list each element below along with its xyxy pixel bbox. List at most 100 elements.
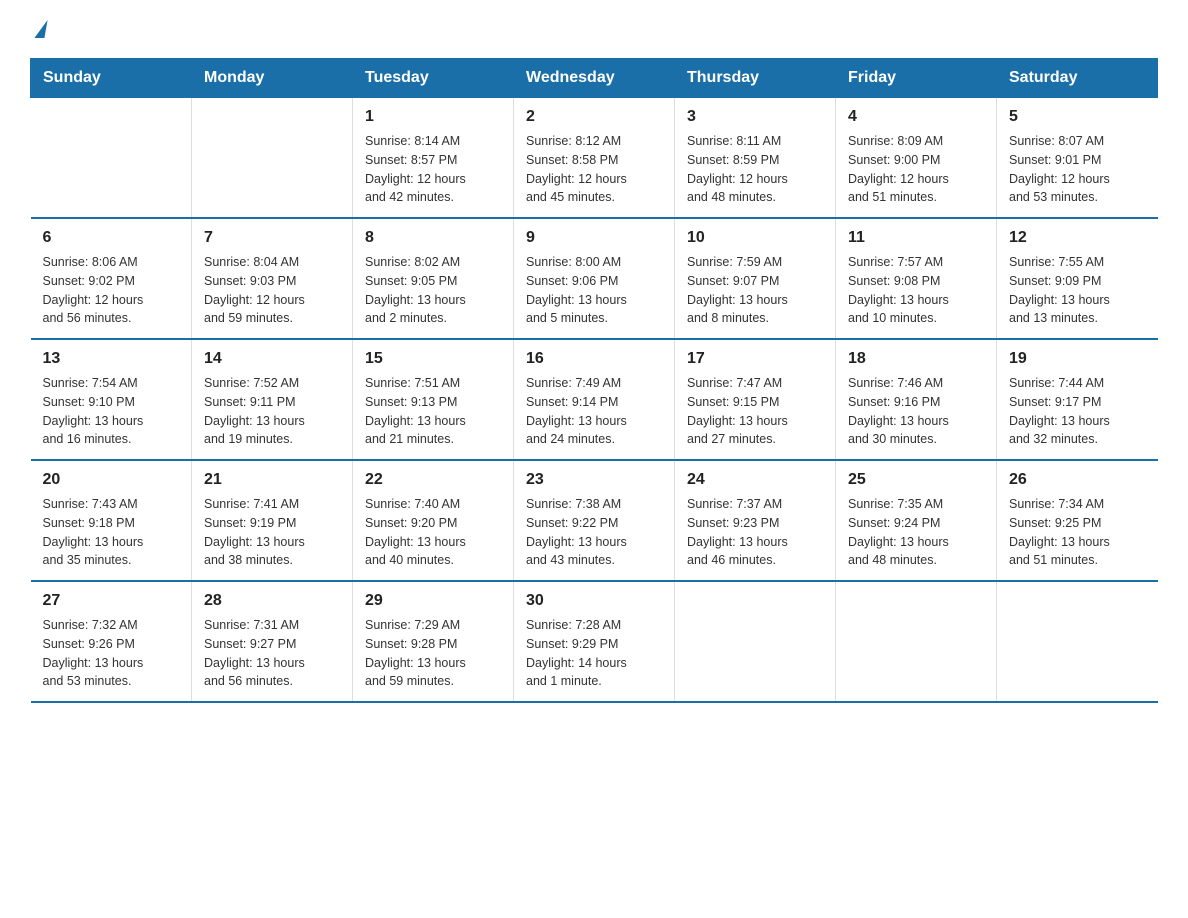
day-info: Sunrise: 7:57 AMSunset: 9:08 PMDaylight:…: [848, 253, 984, 328]
weekday-header-sunday: Sunday: [31, 59, 192, 98]
calendar-week-row: 13 Sunrise: 7:54 AMSunset: 9:10 PMDayligh…: [31, 339, 1158, 460]
calendar-cell: 20 Sunrise: 7:43 AMSunset: 9:18 PMDayligh…: [31, 460, 192, 581]
day-number: 6: [43, 229, 180, 247]
calendar-cell: 24Sunrise: 7:37 AMSunset: 9:23 PMDayligh…: [675, 460, 836, 581]
day-info: Sunrise: 7:28 AMSunset: 9:29 PMDaylight:…: [526, 616, 662, 691]
day-info: Sunrise: 7:51 AMSunset: 9:13 PMDaylight:…: [365, 374, 501, 449]
calendar-cell: 18Sunrise: 7:46 AMSunset: 9:16 PMDayligh…: [836, 339, 997, 460]
weekday-header-saturday: Saturday: [997, 59, 1158, 98]
weekday-header-tuesday: Tuesday: [353, 59, 514, 98]
calendar-cell: 9 Sunrise: 8:00 AMSunset: 9:06 PMDaylight…: [514, 218, 675, 339]
calendar-cell: [675, 581, 836, 702]
day-number: 8: [365, 229, 501, 247]
calendar-cell: 15 Sunrise: 7:51 AMSunset: 9:13 PMDayligh…: [353, 339, 514, 460]
day-info: Sunrise: 7:54 AMSunset: 9:10 PMDaylight:…: [43, 374, 180, 449]
calendar-week-row: 27 Sunrise: 7:32 AMSunset: 9:26 PMDayligh…: [31, 581, 1158, 702]
day-info: Sunrise: 8:11 AMSunset: 8:59 PMDaylight:…: [687, 132, 823, 207]
day-info: Sunrise: 7:47 AMSunset: 9:15 PMDaylight:…: [687, 374, 823, 449]
day-number: 10: [687, 229, 823, 247]
day-number: 2: [526, 108, 662, 126]
calendar-cell: 8 Sunrise: 8:02 AMSunset: 9:05 PMDaylight…: [353, 218, 514, 339]
calendar-table: SundayMondayTuesdayWednesdayThursdayFrid…: [30, 58, 1158, 703]
day-number: 22: [365, 471, 501, 489]
day-info: Sunrise: 7:32 AMSunset: 9:26 PMDaylight:…: [43, 616, 180, 691]
day-number: 13: [43, 350, 180, 368]
day-number: 15: [365, 350, 501, 368]
calendar-cell: 13 Sunrise: 7:54 AMSunset: 9:10 PMDayligh…: [31, 339, 192, 460]
calendar-cell: 22 Sunrise: 7:40 AMSunset: 9:20 PMDayligh…: [353, 460, 514, 581]
day-number: 20: [43, 471, 180, 489]
day-number: 7: [204, 229, 340, 247]
calendar-week-row: 1 Sunrise: 8:14 AMSunset: 8:57 PMDaylight…: [31, 98, 1158, 219]
day-info: Sunrise: 7:40 AMSunset: 9:20 PMDaylight:…: [365, 495, 501, 570]
day-info: Sunrise: 7:41 AMSunset: 9:19 PMDaylight:…: [204, 495, 340, 570]
day-info: Sunrise: 8:02 AMSunset: 9:05 PMDaylight:…: [365, 253, 501, 328]
calendar-cell: 2 Sunrise: 8:12 AMSunset: 8:58 PMDaylight…: [514, 98, 675, 219]
day-info: Sunrise: 8:09 AMSunset: 9:00 PMDaylight:…: [848, 132, 984, 207]
day-number: 11: [848, 229, 984, 247]
calendar-cell: 21 Sunrise: 7:41 AMSunset: 9:19 PMDayligh…: [192, 460, 353, 581]
calendar-cell: 4 Sunrise: 8:09 AMSunset: 9:00 PMDaylight…: [836, 98, 997, 219]
calendar-cell: 29Sunrise: 7:29 AMSunset: 9:28 PMDayligh…: [353, 581, 514, 702]
day-number: 19: [1009, 350, 1146, 368]
day-number: 14: [204, 350, 340, 368]
day-number: 12: [1009, 229, 1146, 247]
calendar-cell: 19 Sunrise: 7:44 AMSunset: 9:17 PMDayligh…: [997, 339, 1158, 460]
day-info: Sunrise: 8:14 AMSunset: 8:57 PMDaylight:…: [365, 132, 501, 207]
day-info: Sunrise: 7:59 AMSunset: 9:07 PMDaylight:…: [687, 253, 823, 328]
calendar-cell: 25 Sunrise: 7:35 AMSunset: 9:24 PMDayligh…: [836, 460, 997, 581]
calendar-cell: 23 Sunrise: 7:38 AMSunset: 9:22 PMDayligh…: [514, 460, 675, 581]
day-number: 5: [1009, 108, 1146, 126]
day-number: 25: [848, 471, 984, 489]
calendar-cell: 30 Sunrise: 7:28 AMSunset: 9:29 PMDayligh…: [514, 581, 675, 702]
day-number: 4: [848, 108, 984, 126]
day-info: Sunrise: 8:12 AMSunset: 8:58 PMDaylight:…: [526, 132, 662, 207]
day-number: 21: [204, 471, 340, 489]
day-info: Sunrise: 7:38 AMSunset: 9:22 PMDaylight:…: [526, 495, 662, 570]
day-number: 18: [848, 350, 984, 368]
calendar-cell: [31, 98, 192, 219]
weekday-header-friday: Friday: [836, 59, 997, 98]
calendar-cell: 12 Sunrise: 7:55 AMSunset: 9:09 PMDayligh…: [997, 218, 1158, 339]
day-info: Sunrise: 7:52 AMSunset: 9:11 PMDaylight:…: [204, 374, 340, 449]
calendar-week-row: 20 Sunrise: 7:43 AMSunset: 9:18 PMDayligh…: [31, 460, 1158, 581]
calendar-header-row: SundayMondayTuesdayWednesdayThursdayFrid…: [31, 59, 1158, 98]
calendar-cell: 26 Sunrise: 7:34 AMSunset: 9:25 PMDayligh…: [997, 460, 1158, 581]
page-header: [30, 20, 1158, 38]
calendar-cell: 11 Sunrise: 7:57 AMSunset: 9:08 PMDayligh…: [836, 218, 997, 339]
calendar-cell: 16 Sunrise: 7:49 AMSunset: 9:14 PMDayligh…: [514, 339, 675, 460]
day-number: 23: [526, 471, 662, 489]
logo: [30, 20, 46, 38]
calendar-cell: 10 Sunrise: 7:59 AMSunset: 9:07 PMDayligh…: [675, 218, 836, 339]
calendar-cell: 5Sunrise: 8:07 AMSunset: 9:01 PMDaylight…: [997, 98, 1158, 219]
calendar-cell: 28Sunrise: 7:31 AMSunset: 9:27 PMDayligh…: [192, 581, 353, 702]
calendar-cell: 1 Sunrise: 8:14 AMSunset: 8:57 PMDaylight…: [353, 98, 514, 219]
calendar-cell: [997, 581, 1158, 702]
calendar-cell: [192, 98, 353, 219]
calendar-week-row: 6 Sunrise: 8:06 AMSunset: 9:02 PMDaylight…: [31, 218, 1158, 339]
day-info: Sunrise: 8:00 AMSunset: 9:06 PMDaylight:…: [526, 253, 662, 328]
day-number: 3: [687, 108, 823, 126]
day-number: 9: [526, 229, 662, 247]
day-info: Sunrise: 8:06 AMSunset: 9:02 PMDaylight:…: [43, 253, 180, 328]
day-number: 1: [365, 108, 501, 126]
day-info: Sunrise: 7:29 AMSunset: 9:28 PMDaylight:…: [365, 616, 501, 691]
day-number: 26: [1009, 471, 1146, 489]
calendar-cell: [836, 581, 997, 702]
day-info: Sunrise: 7:49 AMSunset: 9:14 PMDaylight:…: [526, 374, 662, 449]
day-number: 24: [687, 471, 823, 489]
weekday-header-thursday: Thursday: [675, 59, 836, 98]
day-number: 16: [526, 350, 662, 368]
day-number: 27: [43, 592, 180, 610]
day-number: 17: [687, 350, 823, 368]
day-number: 30: [526, 592, 662, 610]
day-number: 28: [204, 592, 340, 610]
day-info: Sunrise: 7:44 AMSunset: 9:17 PMDaylight:…: [1009, 374, 1146, 449]
weekday-header-monday: Monday: [192, 59, 353, 98]
day-info: Sunrise: 7:34 AMSunset: 9:25 PMDaylight:…: [1009, 495, 1146, 570]
day-info: Sunrise: 7:35 AMSunset: 9:24 PMDaylight:…: [848, 495, 984, 570]
day-info: Sunrise: 7:55 AMSunset: 9:09 PMDaylight:…: [1009, 253, 1146, 328]
calendar-cell: 27 Sunrise: 7:32 AMSunset: 9:26 PMDayligh…: [31, 581, 192, 702]
day-info: Sunrise: 7:43 AMSunset: 9:18 PMDaylight:…: [43, 495, 180, 570]
day-info: Sunrise: 8:04 AMSunset: 9:03 PMDaylight:…: [204, 253, 340, 328]
